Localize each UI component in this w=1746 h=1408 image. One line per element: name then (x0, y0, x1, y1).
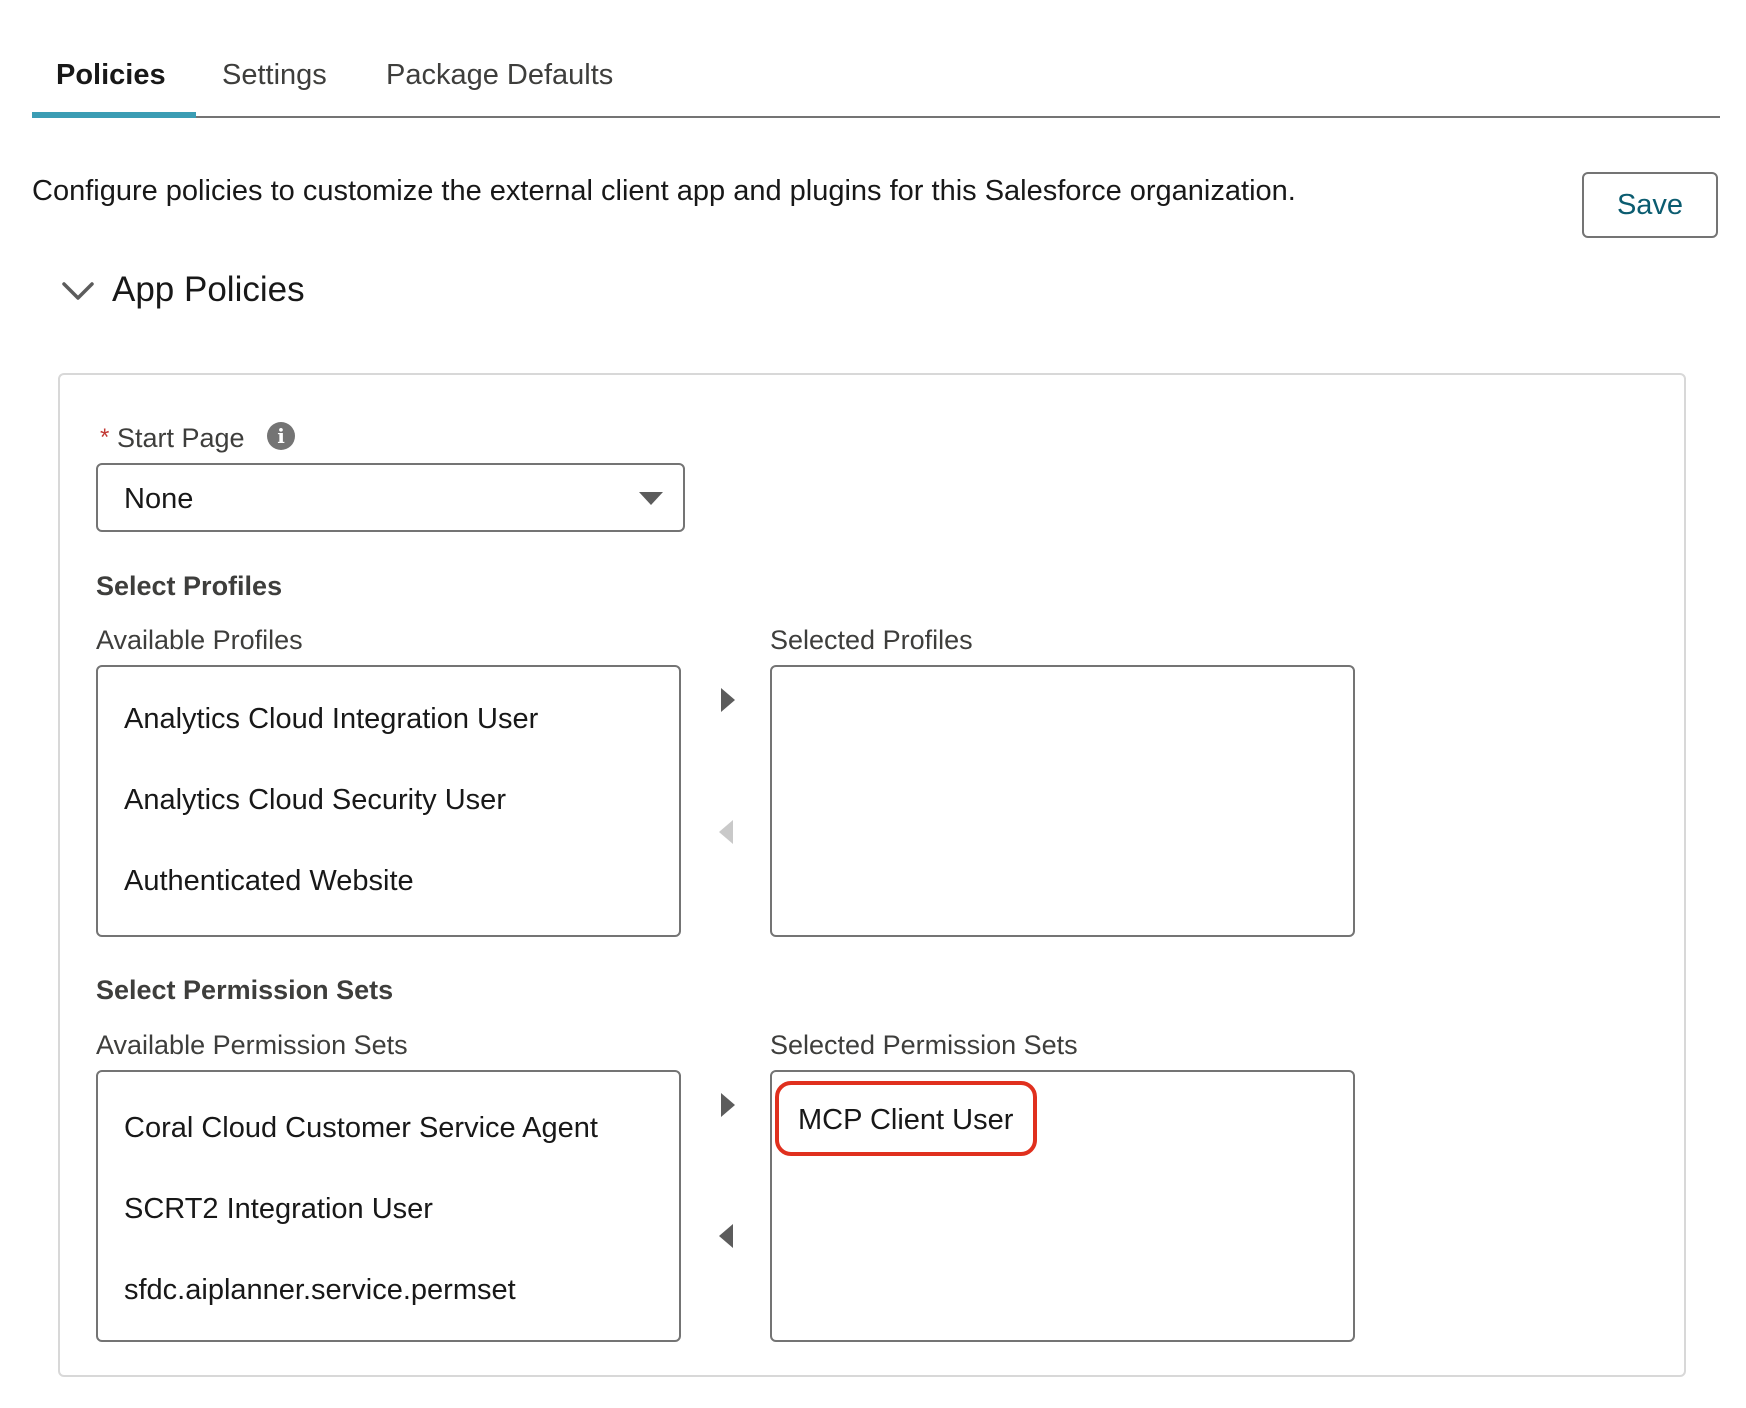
available-profiles-listbox[interactable]: Analytics Cloud Integration User Analyti… (96, 665, 681, 937)
tab-bar: Policies Settings Package Defaults (32, 40, 1720, 118)
caret-down-icon (639, 492, 663, 505)
start-page-select[interactable]: None (96, 463, 685, 532)
list-item[interactable]: MCP Client User (798, 1104, 1013, 1137)
available-permission-sets-label: Available Permission Sets (96, 1030, 408, 1060)
save-button[interactable]: Save (1582, 172, 1718, 238)
tab-package-defaults[interactable]: Package Defaults (386, 40, 613, 116)
list-item[interactable]: Authenticated Website (124, 865, 414, 898)
list-item[interactable]: SCRT2 Integration User (124, 1193, 433, 1226)
list-item[interactable]: sfdc.aiplanner.service.permset (124, 1274, 516, 1307)
section-title: App Policies (112, 270, 305, 309)
start-page-value: None (124, 483, 194, 515)
start-page-label: Start Page (117, 423, 245, 453)
selected-profiles-listbox[interactable] (770, 665, 1355, 937)
move-right-arrow-icon[interactable] (713, 684, 743, 714)
move-right-arrow-icon[interactable] (713, 1089, 743, 1119)
info-icon[interactable]: i (267, 422, 295, 450)
selected-permission-sets-label: Selected Permission Sets (770, 1030, 1078, 1060)
move-left-arrow-icon[interactable] (711, 816, 741, 846)
select-profiles-title: Select Profiles (96, 571, 283, 601)
selected-profiles-label: Selected Profiles (770, 625, 973, 655)
select-permission-sets-title: Select Permission Sets (96, 975, 394, 1005)
chevron-down-icon[interactable] (58, 272, 98, 312)
available-profiles-label: Available Profiles (96, 625, 303, 655)
move-left-arrow-icon[interactable] (711, 1220, 741, 1250)
selected-permission-sets-listbox[interactable]: MCP Client User (770, 1070, 1355, 1342)
list-item[interactable]: Coral Cloud Customer Service Agent (124, 1112, 598, 1145)
list-item[interactable]: Analytics Cloud Security User (124, 784, 506, 817)
tab-policies[interactable]: Policies (56, 40, 166, 116)
required-marker: * (100, 424, 110, 451)
list-item[interactable]: Analytics Cloud Integration User (124, 703, 538, 736)
tab-settings[interactable]: Settings (222, 40, 327, 116)
available-permission-sets-listbox[interactable]: Coral Cloud Customer Service Agent SCRT2… (96, 1070, 681, 1342)
active-tab-indicator (32, 112, 196, 118)
page-description: Configure policies to customize the exte… (32, 175, 1296, 207)
